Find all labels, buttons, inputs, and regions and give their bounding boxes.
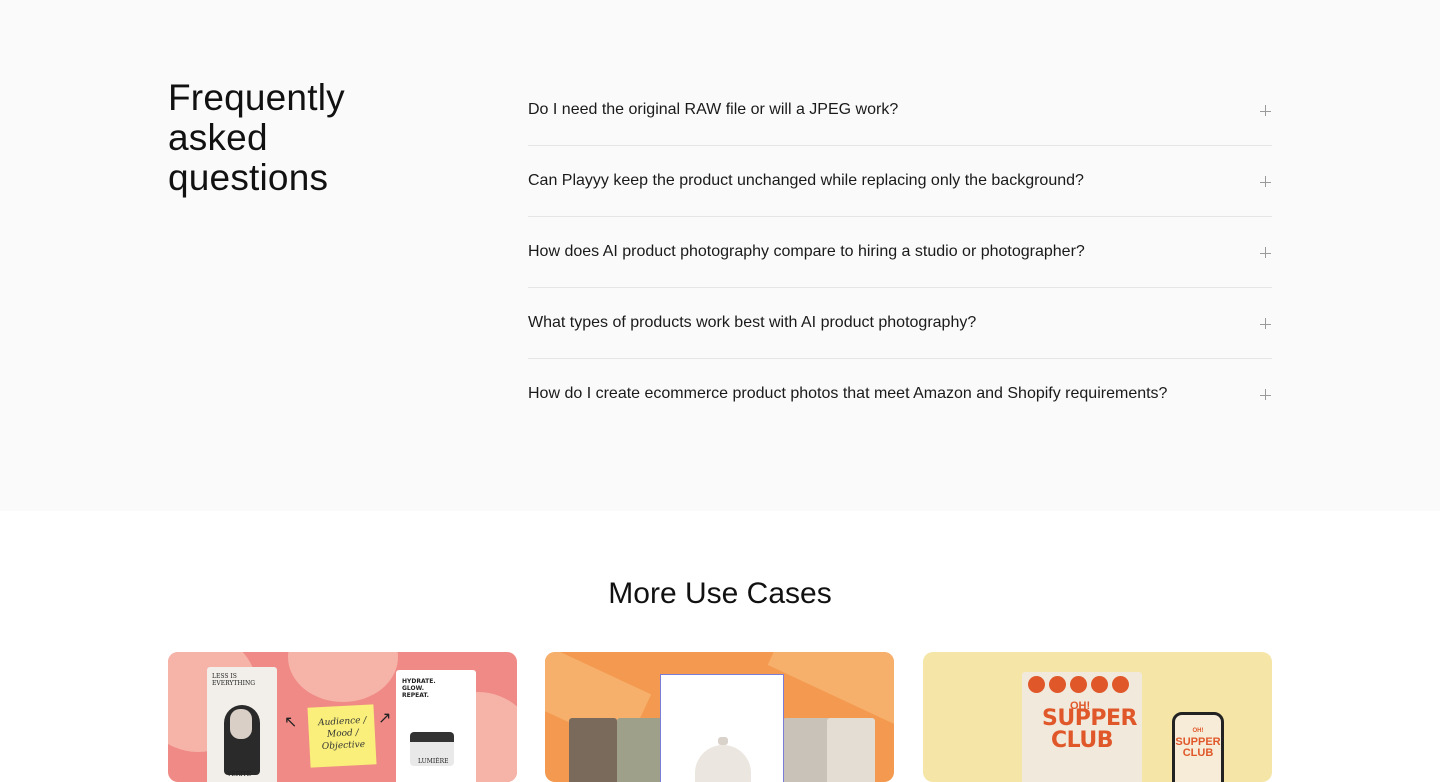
use-case-card-supper-club[interactable]: OH! SUPPER CLUB OH! SUPPER CLUB xyxy=(923,652,1272,782)
more-use-cases-title: More Use Cases xyxy=(608,577,832,610)
faq-item[interactable]: What types of products work best with AI… xyxy=(528,288,1272,359)
use-case-card-moodboard[interactable]: LESS IS EVERYTHING VÉRITÉ ↖ ↗ Audience /… xyxy=(168,652,517,782)
scene-tile-image xyxy=(569,718,617,782)
faq-list: Do I need the original RAW file or will … xyxy=(528,75,1272,430)
product-caption: HYDRATE. GLOW. REPEAT. xyxy=(402,678,436,699)
faq-item[interactable]: Do I need the original RAW file or will … xyxy=(528,75,1272,146)
faq-title: Frequently asked questions xyxy=(168,77,345,198)
poster-dot xyxy=(1028,676,1045,693)
phone-kicker: OH! xyxy=(1192,728,1204,734)
scene-tile-image xyxy=(827,718,875,782)
plus-icon[interactable] xyxy=(1260,105,1272,117)
faq-question: What types of products work best with AI… xyxy=(528,314,977,331)
portrait-poster-image: LESS IS EVERYTHING VÉRITÉ xyxy=(207,667,277,782)
faq-question: Can Playyy keep the product unchanged wh… xyxy=(528,172,1084,189)
pot-knob xyxy=(718,737,728,745)
sticky-note: Audience / Mood / Objective xyxy=(307,704,377,768)
faq-question: Do I need the original RAW file or will … xyxy=(528,101,899,118)
portrait-caption: LESS IS EVERYTHING xyxy=(212,673,256,687)
plus-icon[interactable] xyxy=(1260,247,1272,259)
pot-image xyxy=(695,745,751,782)
poster-title: SUPPER CLUB xyxy=(1042,706,1137,753)
product-brand: LUMIÈRE xyxy=(418,758,449,765)
sticky-note-text: Audience / Mood / Objective xyxy=(317,715,367,753)
product-poster-image: HYDRATE. GLOW. REPEAT. LUMIÈRE xyxy=(396,670,476,782)
scene-tile-image xyxy=(617,718,665,782)
arrow-icon: ↖ xyxy=(284,714,298,731)
faq-section: Frequently asked questions Do I need the… xyxy=(0,0,1440,511)
portrait-face xyxy=(230,709,252,739)
poster-dot xyxy=(1091,676,1108,693)
portrait-brand: VÉRITÉ xyxy=(227,771,251,778)
phone-title: SUPPER CLUB xyxy=(1175,736,1221,759)
phone-mockup: OH! SUPPER CLUB xyxy=(1172,712,1224,782)
use-case-card-product-scene[interactable] xyxy=(545,652,894,782)
arrow-icon: ↗ xyxy=(378,710,392,727)
plus-icon[interactable] xyxy=(1260,318,1272,330)
poster-dot xyxy=(1070,676,1087,693)
faq-item[interactable]: Can Playyy keep the product unchanged wh… xyxy=(528,146,1272,217)
faq-item[interactable]: How does AI product photography compare … xyxy=(528,217,1272,288)
faq-item[interactable]: How do I create ecommerce product photos… xyxy=(528,359,1272,430)
faq-question: How do I create ecommerce product photos… xyxy=(528,385,1168,402)
scene-tile-image xyxy=(783,718,831,782)
poster-dot xyxy=(1049,676,1066,693)
poster-dot xyxy=(1112,676,1129,693)
faq-question: How does AI product photography compare … xyxy=(528,243,1085,260)
flower-decoration xyxy=(288,652,398,702)
plus-icon[interactable] xyxy=(1260,176,1272,188)
plus-icon[interactable] xyxy=(1260,389,1272,401)
